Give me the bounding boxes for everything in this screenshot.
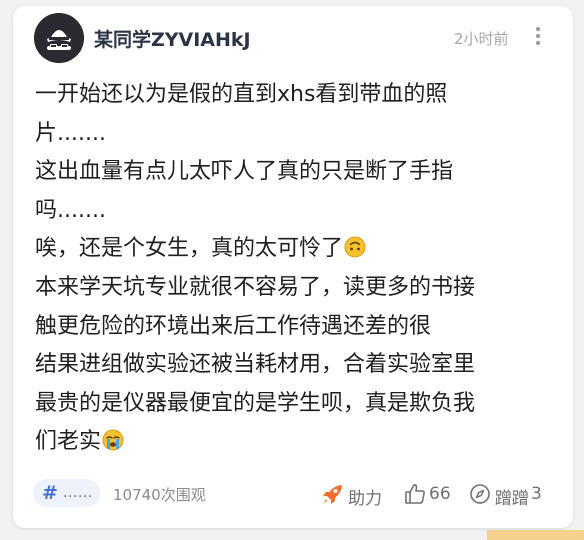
more-options-icon[interactable]: [529, 25, 547, 47]
post-card: 某同学ZYVIAHkJ 2小时前 一开始还以为是假的直到xhs看到带血的照 片.…: [13, 6, 573, 528]
post-line: 唉，还是个女生，真的太可怜了: [35, 236, 344, 262]
thumbs-up-icon: [405, 484, 425, 504]
avatar[interactable]: [34, 13, 84, 63]
post-line: 本来学天坑专业就很不容易了，读更多的书接: [35, 274, 476, 300]
post-body: 一开始还以为是假的直到xhs看到带血的照 片....... 这出血量有点儿太吓人…: [35, 76, 565, 462]
post-line: 一开始还以为是假的直到xhs看到带血的照: [35, 82, 448, 107]
like-button[interactable]: 66: [404, 479, 464, 507]
post-footer: # ...... 10740次围观 助力 66 蹭蹭 3: [13, 477, 573, 511]
upside-down-face-emoji-icon: [344, 236, 366, 258]
post-line: 片.......: [35, 120, 106, 146]
step-count: 3: [531, 484, 542, 504]
post-line: 结果进组做实验还被当耗材用，合着实验室里: [35, 352, 476, 378]
bottom-edge-strip: [487, 530, 584, 540]
hashtag-icon: #: [42, 482, 58, 504]
boost-button[interactable]: 助力: [321, 479, 401, 509]
post-line: 吗.......: [35, 197, 106, 223]
hashtag-label: ......: [63, 485, 93, 501]
hashtag-chip[interactable]: # ......: [33, 479, 100, 507]
compass-icon: [470, 484, 490, 504]
post-line: 这出血量有点儿太吓人了真的只是断了手指: [35, 159, 454, 185]
post-line-with-emoji: 们老实: [35, 423, 565, 462]
post-line: 们老实: [35, 429, 102, 455]
like-count: 66: [429, 484, 451, 504]
post-line-with-emoji: 唉，还是个女生，真的太可怜了: [35, 230, 565, 269]
crying-face-emoji-icon: [102, 429, 124, 451]
post-time: 2小时前: [454, 30, 509, 48]
step-button[interactable]: 蹭蹭 3: [469, 479, 559, 509]
post-line: 最贵的是仪器最便宜的是学生呗，真是欺负我: [35, 390, 476, 416]
rocket-icon: [323, 485, 342, 504]
view-count: 10740次围观: [113, 486, 206, 504]
step-label: 蹭蹭: [495, 489, 529, 509]
post-line: 触更危险的环境出来后工作待遇还差的很: [35, 313, 432, 339]
boost-label: 助力: [348, 489, 382, 509]
author-name[interactable]: 某同学ZYVIAHkJ: [94, 25, 251, 52]
